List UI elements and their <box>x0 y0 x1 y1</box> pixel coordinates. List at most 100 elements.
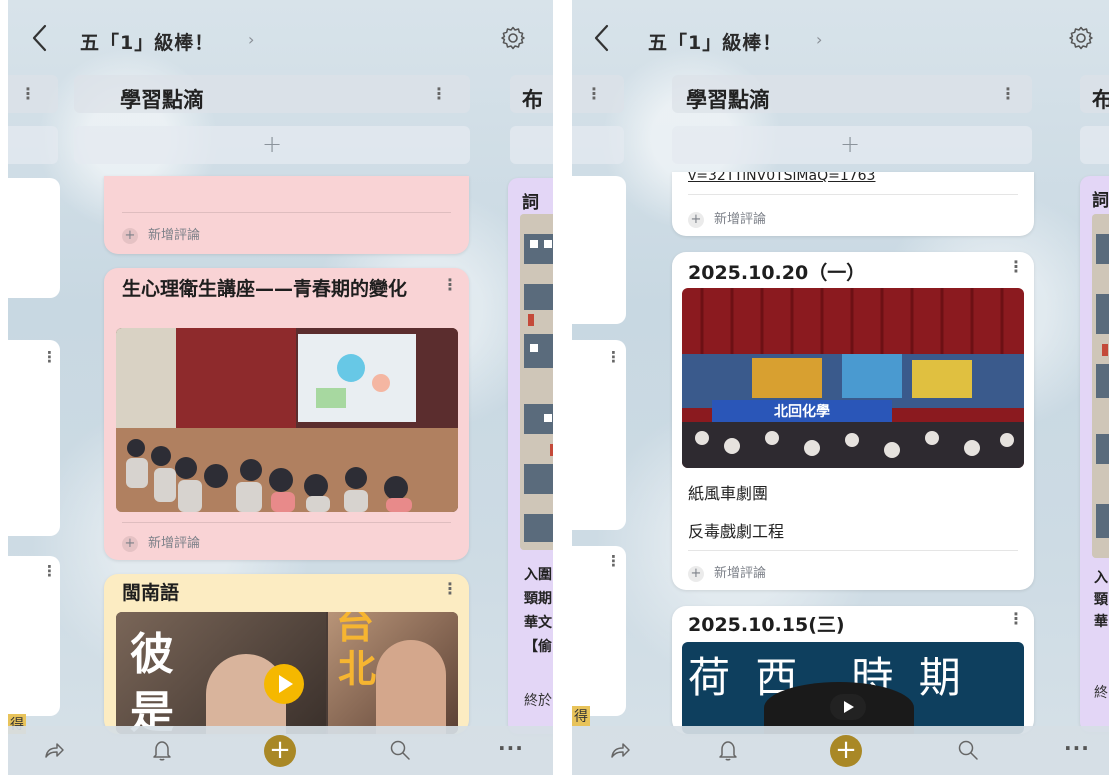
post-text-line: 紙風車劇團 <box>688 484 769 503</box>
bottom-nav: + ··· <box>572 726 1109 775</box>
share-icon[interactable] <box>608 738 632 762</box>
post-link[interactable]: v=32TTiNV0TSiMaQ=1763 <box>688 172 875 184</box>
prev-column-card[interactable]: ⋮ <box>572 546 626 716</box>
search-icon[interactable] <box>956 738 980 762</box>
post-menu-icon[interactable]: ⋮ <box>442 580 458 598</box>
add-comment-button[interactable]: + 新增評論 <box>122 532 200 552</box>
post-title: 閩南語 <box>122 582 180 604</box>
add-comment-label: 新增評論 <box>714 566 767 581</box>
post-video-thumbnail[interactable]: 彼 是 台 北 <box>116 612 458 734</box>
card-menu-icon[interactable]: ⋮ <box>606 552 621 570</box>
prev-column-card[interactable]: ⋮ <box>572 340 626 530</box>
add-comment-label: 新增評論 <box>148 536 201 551</box>
post-title: 2025.10.20（一） <box>688 262 866 284</box>
play-button[interactable] <box>264 664 304 704</box>
add-post-fab[interactable]: + <box>830 735 862 767</box>
top-bar: 五「1」級棒！ › <box>8 0 553 70</box>
search-icon[interactable] <box>388 738 412 762</box>
gear-icon[interactable] <box>500 25 526 51</box>
board-title[interactable]: 五「1」級棒！ <box>80 28 214 55</box>
next-card-line: 入圍 <box>524 567 552 583</box>
gear-icon[interactable] <box>1068 25 1094 51</box>
prev-column-card[interactable] <box>8 178 60 298</box>
add-comment-icon: + <box>122 536 138 552</box>
post-card[interactable]: 2025.10.15(三) ⋮ 荷 西 時 期 <box>672 606 1034 734</box>
side-label: 得 <box>572 706 590 726</box>
add-post-bar[interactable]: + <box>672 126 1032 164</box>
add-post-bar[interactable]: + <box>74 126 470 164</box>
add-post-icon[interactable]: + <box>840 130 860 158</box>
illustration <box>1092 214 1109 558</box>
next-card-image <box>1092 214 1109 558</box>
card-menu-icon[interactable]: ⋮ <box>42 562 57 580</box>
prev-column-add-bar[interactable] <box>8 126 58 164</box>
post-image[interactable]: 北回化學 <box>682 288 1024 468</box>
next-column-add-bar[interactable] <box>1080 126 1109 164</box>
prev-column-card[interactable]: ⋮ <box>8 340 60 536</box>
prev-column-card[interactable]: ⋮ <box>8 556 60 716</box>
play-button[interactable] <box>830 694 866 720</box>
column-menu-icon[interactable]: ⋮ <box>1000 85 1016 103</box>
post-card[interactable]: v=32TTiNV0TSiMaQ=1763 + 新增評論 <box>672 172 1034 236</box>
column-title: 學習點滴 <box>686 88 770 112</box>
add-comment-button[interactable]: + 新增評論 <box>688 208 766 228</box>
column-header: 學習點滴 ⋮ <box>74 75 470 113</box>
next-column-header: 布 <box>510 75 553 113</box>
chevron-right-icon[interactable]: › <box>816 30 822 49</box>
add-comment-icon: + <box>688 566 704 582</box>
play-icon <box>279 675 293 693</box>
card-menu-icon[interactable]: ⋮ <box>606 348 621 366</box>
more-icon[interactable]: ··· <box>1064 736 1090 760</box>
card-menu-icon[interactable]: ⋮ <box>42 348 57 366</box>
post-menu-icon[interactable]: ⋮ <box>442 276 458 294</box>
divider <box>122 522 451 523</box>
column-menu-icon[interactable]: ⋮ <box>431 85 447 103</box>
back-arrow-icon[interactable] <box>28 22 52 54</box>
next-card-line: 頸期 <box>524 591 552 607</box>
add-post-icon[interactable]: + <box>262 130 282 158</box>
post-menu-icon[interactable]: ⋮ <box>1008 610 1024 628</box>
add-post-fab[interactable]: + <box>264 735 296 767</box>
next-card-footer: 終 <box>1094 685 1108 701</box>
bell-icon[interactable] <box>150 738 174 762</box>
person-figure <box>376 640 446 734</box>
post-card[interactable]: 2025.10.20（一） ⋮ 北回化學 紙風車劇團 反毒戲劇工程 + 新增評論 <box>672 252 1034 590</box>
divider <box>688 550 1018 551</box>
post-menu-icon[interactable]: ⋮ <box>1008 258 1024 276</box>
board-title[interactable]: 五「1」級棒！ <box>648 28 782 55</box>
add-comment-button[interactable]: + 新增評論 <box>688 562 766 582</box>
column-menu-icon[interactable]: ⋮ <box>20 85 36 103</box>
bell-icon[interactable] <box>716 738 740 762</box>
next-column-add-bar[interactable] <box>510 126 553 164</box>
add-comment-button[interactable]: + 新增評論 <box>122 224 200 244</box>
prev-column-card[interactable] <box>572 176 626 324</box>
column-menu-icon[interactable]: ⋮ <box>586 85 602 103</box>
post-card[interactable]: + 新增評論 <box>104 176 469 254</box>
next-column-card[interactable]: 詞 入 頸 華 終 <box>1080 176 1109 732</box>
prev-column-add-bar[interactable] <box>572 126 624 164</box>
play-icon <box>844 701 854 713</box>
back-arrow-icon[interactable] <box>590 22 614 54</box>
next-card-line: 【偷 <box>524 639 552 655</box>
post-card[interactable]: 生心理衛生講座——青春期的變化 ⋮ + 新增評論 <box>104 268 469 560</box>
column-header: 學習點滴 ⋮ <box>672 75 1032 113</box>
prev-column-header: ⋮ <box>8 75 58 113</box>
add-comment-icon: + <box>122 228 138 244</box>
add-comment-icon: + <box>688 212 704 228</box>
more-icon[interactable]: ··· <box>498 736 524 760</box>
post-card[interactable]: 閩南語 ⋮ 彼 是 台 北 <box>104 574 469 734</box>
illustration <box>520 214 553 550</box>
left-phone-screen: 五「1」級棒！ › ⋮ ⋮ ⋮ 得 學習點滴 ⋮ + + 新增評論 生心理衛生講座… <box>8 0 553 775</box>
post-title: 生心理衛生講座——青春期的變化 <box>122 278 408 300</box>
share-icon[interactable] <box>42 738 66 762</box>
right-phone-screen: 五「1」級棒！ › ⋮ ⋮ ⋮ 得 學習點滴 ⋮ + v=32TTiNV0TSi… <box>572 0 1109 775</box>
top-bar: 五「1」級棒！ › <box>572 0 1109 70</box>
next-card-image <box>520 214 553 550</box>
post-image[interactable] <box>116 328 458 512</box>
chevron-right-icon[interactable]: › <box>248 30 254 49</box>
divider <box>122 212 451 213</box>
next-card-line: 華文 <box>524 615 552 631</box>
add-comment-label: 新增評論 <box>714 212 767 227</box>
next-column-card[interactable]: 詞 入圍 頸期 華文 【偷 終於 <box>508 178 553 734</box>
post-video-thumbnail[interactable]: 荷 西 時 期 <box>682 642 1024 734</box>
